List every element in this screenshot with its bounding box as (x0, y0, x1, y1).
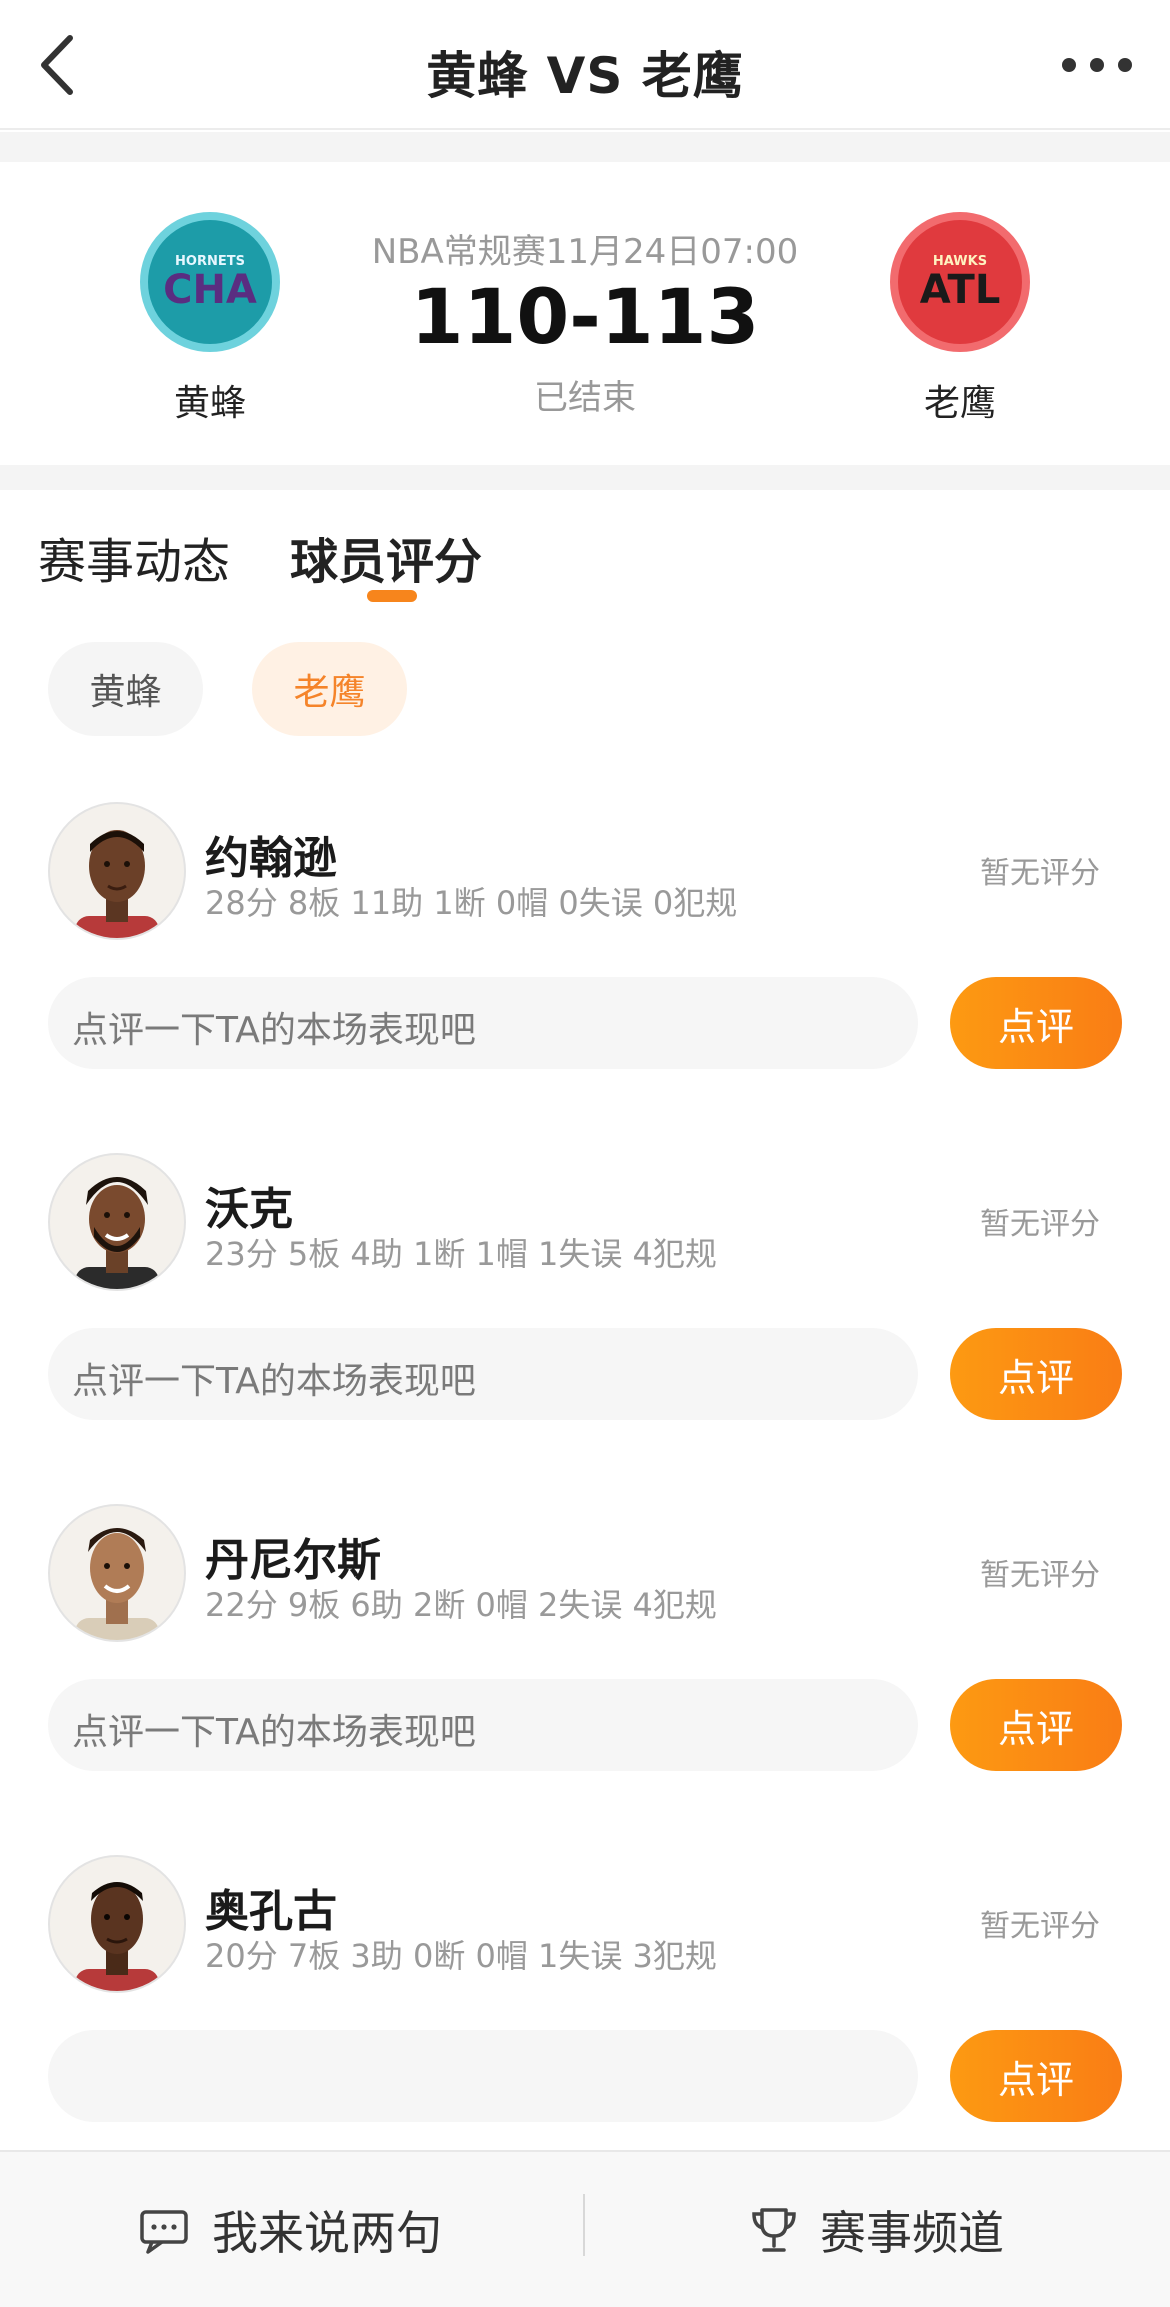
team-filter-hawks[interactable]: 老鹰 (252, 642, 407, 736)
tab-player-ratings[interactable]: 球员评分 (290, 522, 482, 592)
comment-input[interactable]: 点评一下TA的本场表现吧 (48, 977, 918, 1069)
match-channel-button[interactable]: 赛事频道 (746, 2200, 1004, 2260)
player-stats: 28分 8板 11助 1断 0帽 0失误 0犯规 (205, 884, 738, 922)
tab-match-updates[interactable]: 赛事动态 (38, 522, 230, 592)
write-comment-label: 我来说两句 (212, 2206, 442, 2260)
player-avatar[interactable] (48, 802, 186, 940)
divider (583, 2194, 585, 2256)
hawks-logo-icon: HAWKS ATL (890, 212, 1030, 352)
player-name: 奥孔古 (205, 1886, 337, 1937)
review-button[interactable]: 点评 (950, 977, 1122, 1069)
player-stats: 22分 9板 6助 2断 0帽 2失误 4犯规 (205, 1586, 717, 1624)
bottom-action-bar: 我来说两句 赛事频道 (0, 2150, 1170, 2307)
player-name: 沃克 (205, 1184, 293, 1235)
active-tab-indicator (367, 590, 417, 602)
chat-bubble-icon (140, 2210, 188, 2254)
hornets-logo-icon: HORNETS CHA (140, 212, 280, 352)
home-team[interactable]: HORNETS CHA 黄蜂 (130, 212, 290, 426)
player-avatar[interactable] (48, 1153, 186, 1291)
player-card: 约翰逊 28分 8板 11助 1断 0帽 0失误 0犯规 暂无评分 点评一下TA… (0, 802, 1170, 1142)
player-card: 奥孔古 20分 7板 3助 0断 0帽 1失误 3犯规 暂无评分 点评 (0, 1855, 1170, 2195)
comment-placeholder: 点评一下TA的本场表现吧 (72, 1712, 476, 1753)
section-gap (0, 465, 1170, 490)
comment-input[interactable]: 点评一下TA的本场表现吧 (48, 1679, 918, 1771)
team-filter-hornets[interactable]: 黄蜂 (48, 642, 203, 736)
home-team-name: 黄蜂 (173, 383, 246, 424)
player-photo-icon (75, 1528, 159, 1640)
review-button[interactable]: 点评 (950, 2030, 1122, 2122)
player-stats: 23分 5板 4助 1断 1帽 1失误 4犯规 (205, 1235, 717, 1273)
player-photo-icon (75, 1177, 159, 1289)
match-score: 110-113 (410, 272, 760, 361)
player-rating: 暂无评分 (980, 1909, 1100, 1944)
match-info: NBA常规赛11月24日07:00 (371, 232, 799, 272)
scoreboard: HORNETS CHA 黄蜂 NBA常规赛11月24日07:00 110-113… (0, 162, 1170, 465)
write-comment-button[interactable]: 我来说两句 (138, 2200, 442, 2260)
tab-bar: 赛事动态 球员评分 (0, 490, 1170, 610)
player-rating: 暂无评分 (980, 856, 1100, 891)
player-avatar[interactable] (48, 1504, 186, 1642)
top-nav-bar: 黄蜂 VS 老鹰 (0, 0, 1170, 130)
player-card: 沃克 23分 5板 4助 1断 1帽 1失误 4犯规 暂无评分 点评一下TA的本… (0, 1153, 1170, 1493)
player-rating: 暂无评分 (980, 1558, 1100, 1593)
review-button[interactable]: 点评 (950, 1328, 1122, 1420)
player-name: 约翰逊 (205, 833, 337, 884)
comment-placeholder: 点评一下TA的本场表现吧 (72, 1010, 476, 1051)
comment-placeholder: 点评一下TA的本场表现吧 (72, 1361, 476, 1402)
player-rating: 暂无评分 (980, 1207, 1100, 1242)
section-gap (0, 132, 1170, 162)
player-card: 丹尼尔斯 22分 9板 6助 2断 0帽 2失误 4犯规 暂无评分 点评一下TA… (0, 1504, 1170, 1844)
more-menu-icon[interactable] (1062, 52, 1132, 78)
review-button[interactable]: 点评 (950, 1679, 1122, 1771)
comment-input[interactable] (48, 2030, 918, 2122)
player-name: 丹尼尔斯 (205, 1535, 381, 1586)
player-avatar[interactable] (48, 1855, 186, 1993)
player-photo-icon (75, 1882, 159, 1991)
match-status: 已结束 (534, 378, 636, 418)
match-channel-label: 赛事频道 (820, 2206, 1004, 2260)
player-photo-icon (75, 830, 159, 938)
away-team-name: 老鹰 (923, 383, 996, 424)
trophy-icon (752, 2208, 796, 2252)
comment-input[interactable]: 点评一下TA的本场表现吧 (48, 1328, 918, 1420)
page-title: 黄蜂 VS 老鹰 (426, 47, 744, 105)
away-team[interactable]: HAWKS ATL 老鹰 (880, 212, 1040, 426)
player-stats: 20分 7板 3助 0断 0帽 1失误 3犯规 (205, 1937, 717, 1975)
